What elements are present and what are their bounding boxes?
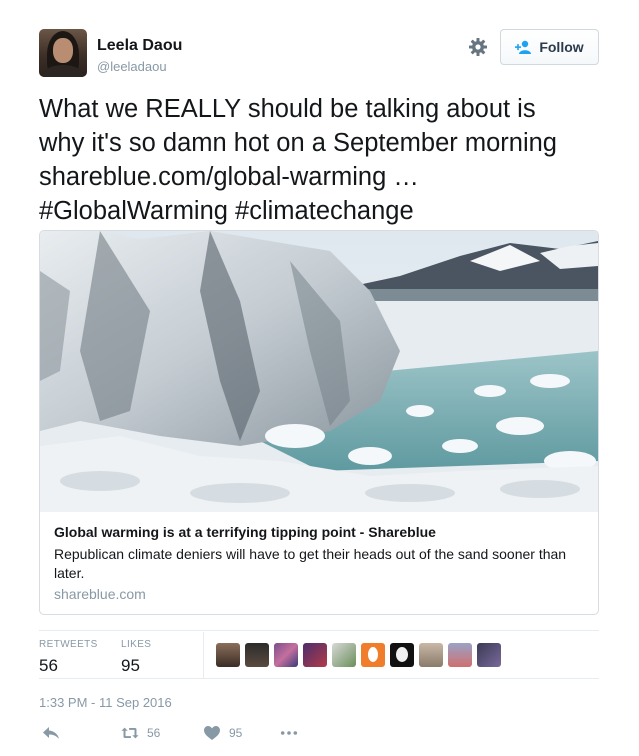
- follow-button-label: Follow: [539, 39, 584, 55]
- reply-icon: [43, 727, 59, 739]
- tweet-actions: 56 95: [39, 722, 599, 746]
- retweet-count: 56: [147, 726, 161, 740]
- user-name[interactable]: Leela Daou: [97, 37, 182, 55]
- retweets-stat[interactable]: RETWEETS 56: [39, 639, 98, 676]
- divider: [39, 678, 599, 679]
- liker-avatar[interactable]: [390, 643, 414, 667]
- user-handle[interactable]: @leeladaou: [97, 59, 167, 74]
- follow-button[interactable]: Follow: [500, 29, 599, 65]
- liker-avatar[interactable]: [448, 643, 472, 667]
- card-domain: shareblue.com: [54, 586, 146, 602]
- retweet-button[interactable]: 56: [121, 725, 160, 741]
- like-count: 95: [229, 726, 243, 740]
- card-description: Republican climate deniers will have to …: [54, 546, 567, 581]
- more-icon: [280, 731, 298, 735]
- tweet-link[interactable]: shareblue.com/global-warming …: [39, 160, 609, 194]
- tweet-header: Leela Daou @leeladaou Follow: [39, 29, 599, 79]
- likes-count: 95: [121, 656, 140, 675]
- tweet-line: What we REALLY should be talking about i…: [39, 95, 536, 123]
- likes-stat[interactable]: LIKES 95: [121, 639, 151, 676]
- avatar[interactable]: [39, 29, 87, 77]
- liker-avatar[interactable]: [303, 643, 327, 667]
- tweet-text: What we REALLY should be talking about i…: [39, 92, 609, 228]
- reply-button[interactable]: [42, 725, 60, 741]
- likes-label: LIKES: [121, 639, 152, 650]
- liker-avatar[interactable]: [245, 643, 269, 667]
- liker-avatar[interactable]: [477, 643, 501, 667]
- tweet-line: why it's so damn hot on a September morn…: [39, 129, 557, 157]
- follow-person-icon: [515, 40, 532, 54]
- liker-avatar[interactable]: [332, 643, 356, 667]
- heart-icon: [204, 726, 220, 740]
- stats-separator: [203, 632, 204, 678]
- retweets-label: RETWEETS: [39, 639, 98, 650]
- liker-avatar[interactable]: [274, 643, 298, 667]
- liker-avatar[interactable]: [361, 643, 385, 667]
- card-title[interactable]: Global warming is at a terrifying tippin…: [54, 524, 436, 540]
- gear-icon[interactable]: [468, 37, 488, 57]
- link-card[interactable]: Global warming is at a terrifying tippin…: [39, 230, 599, 615]
- tweet-hashtags[interactable]: #GlobalWarming #climatechange: [39, 194, 609, 228]
- timestamp[interactable]: 1:33 PM - 11 Sep 2016: [39, 695, 172, 710]
- retweet-icon: [121, 727, 139, 739]
- like-button[interactable]: 95: [203, 725, 242, 741]
- liker-avatar[interactable]: [216, 643, 240, 667]
- retweets-count: 56: [39, 656, 58, 675]
- liker-avatar[interactable]: [419, 643, 443, 667]
- liker-avatars: [216, 643, 501, 667]
- more-button[interactable]: [280, 725, 298, 741]
- card-image[interactable]: [40, 231, 598, 512]
- tweet-stats: RETWEETS 56 LIKES 95: [39, 630, 599, 678]
